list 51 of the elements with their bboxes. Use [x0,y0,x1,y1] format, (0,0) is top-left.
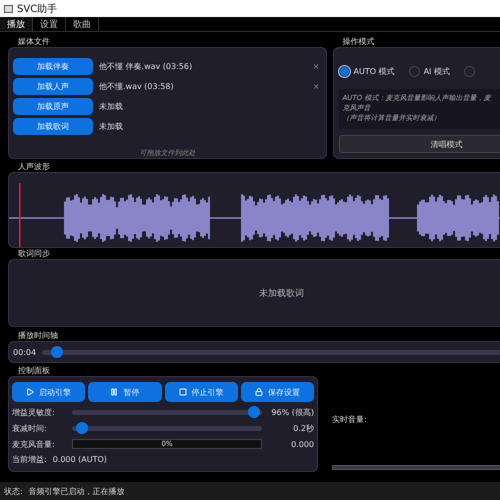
meter-reading: 0.000 [290,440,314,448]
control-button[interactable]: 停止引擎 [164,382,238,402]
app-icon [4,4,13,12]
mode-radio[interactable] [464,66,475,77]
remove-icon[interactable]: × [312,82,320,91]
menu-tab[interactable]: 播放 [0,17,33,31]
control-button[interactable]: 保存设置 [240,382,314,402]
control-button[interactable]: 启动引擎 [12,382,86,402]
file-name: 他不懂.wav (03:58) [99,81,175,92]
stop-icon [178,388,187,396]
radio-label: AI 模式 [424,66,450,77]
remove-icon[interactable]: × [312,62,320,71]
slider-thumb[interactable] [51,346,64,358]
slider-label: 衰减时间: [12,422,48,434]
load-button[interactable]: 加载人声 [13,78,93,95]
lyrics-status-text: 未加载歌词 [259,288,304,300]
file-name: 未加载 [99,121,124,132]
status-text: 音频引擎已启动，正在播放 [28,486,125,496]
slider-reading: 96% (很高) [270,406,314,418]
slider-label: 增益灵敏度: [12,406,56,418]
load-button[interactable]: 加载歌词 [13,118,93,135]
menu-tab[interactable]: 歌曲 [66,17,99,31]
realtime-volume-label: 实时音量: [332,414,368,425]
status-label: 状态: [4,486,23,496]
group-title: 控制面板 [18,365,51,376]
load-button[interactable]: 加载伴奏 [13,58,93,75]
control-button[interactable]: 暂停 [88,382,162,402]
gain-value: 0.000 (AUTO) [52,455,107,464]
radio-label: AUTO 模式 [354,66,395,77]
gain-label: 当前增益: [12,454,47,465]
group-title: 播放时间轴 [18,330,59,341]
file-name: 他不懂 伴奏.wav (03:56) [99,61,194,72]
play-icon [26,388,34,396]
a-cappella-button[interactable]: 清唱模式 [338,135,500,153]
group-title: 媒体文件 [18,36,51,47]
group-title: 人声波形 [18,161,51,172]
group-title: 操作模式 [342,36,376,47]
lock-icon [254,388,263,396]
slider-reading: 0.2秒 [292,422,314,434]
slider-thumb[interactable] [76,422,88,434]
time-label: 00:04 [13,348,36,356]
slider-thumb[interactable] [248,406,260,418]
window-title: SVC助手 [17,2,58,16]
meter-label: 麦克风音量: [12,438,56,450]
mode-radio[interactable] [338,66,350,77]
file-name: 未加载 [99,101,124,112]
mode-radio[interactable] [408,66,420,77]
menu-tab[interactable]: 设置 [33,17,66,31]
pause-icon [110,388,118,396]
load-button[interactable]: 加载原声 [13,98,93,115]
group-title: 歌词同步 [18,248,51,259]
